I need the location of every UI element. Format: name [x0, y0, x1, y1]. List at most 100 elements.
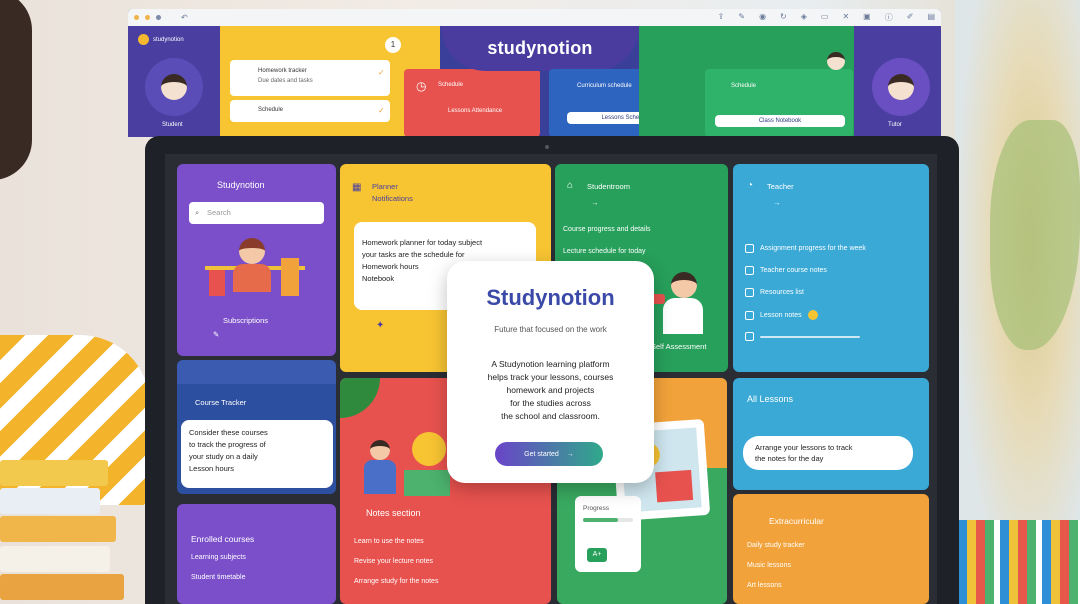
- window-maximize-dot[interactable]: [156, 15, 161, 20]
- edit-icon[interactable]: ✎: [738, 12, 745, 23]
- list-item[interactable]: Teacher course notes: [745, 266, 827, 275]
- row-label: Daily study tracker: [747, 542, 805, 549]
- list-item[interactable]: Arrange study for the notes: [354, 578, 438, 585]
- search-placeholder: Search: [207, 208, 231, 217]
- list-item[interactable]: Revise your lecture notes: [354, 558, 433, 565]
- tabs-icon[interactable]: ▣: [863, 12, 871, 23]
- logo-mark-icon: [138, 34, 149, 45]
- modal-description-line: A Studynotion learning platform: [491, 359, 610, 369]
- refresh-icon[interactable]: ↻: [780, 12, 787, 23]
- row-label: Resources list: [760, 289, 804, 296]
- tile-title: Notes section: [366, 508, 421, 518]
- tile-caption: Self Assessment: [651, 342, 707, 351]
- checkbox-icon[interactable]: [745, 288, 754, 297]
- lessons-card[interactable]: Arrange your lessons to track the notes …: [743, 436, 913, 470]
- tile-title: Teacher: [767, 182, 794, 191]
- row-label: Arrange study for the notes: [354, 578, 439, 585]
- list-item[interactable]: Student timetable: [191, 574, 245, 581]
- tile-title: Studentroom: [587, 182, 630, 191]
- student-avatar-label: Student: [162, 122, 183, 128]
- arrow-icon: →: [773, 198, 781, 207]
- list-item[interactable]: Music lessons: [747, 562, 791, 569]
- top-window-logo[interactable]: studynotion: [138, 34, 184, 45]
- check-icon: ✓: [378, 106, 385, 115]
- tile-course-tracker-navy[interactable]: Course Tracker Consider these courses to…: [177, 360, 336, 494]
- tile-extracurricular-orange[interactable]: Extracurricular Daily study tracker Musi…: [733, 494, 929, 604]
- row-label: Lecture schedule for today: [563, 248, 646, 255]
- yellow-card-line2: Due dates and tasks: [258, 78, 313, 84]
- info-icon[interactable]: ⓘ: [885, 12, 893, 23]
- student-avatar[interactable]: [145, 58, 203, 116]
- emoji-icon: [807, 310, 818, 320]
- tutor-avatar[interactable]: [872, 58, 930, 116]
- tile-enrolled-purple[interactable]: Enrolled courses Learning subjects Stude…: [177, 504, 336, 604]
- top-window-badge[interactable]: 1: [385, 37, 401, 53]
- progress-bar: [583, 518, 633, 522]
- yellow-card-line3: Schedule: [258, 107, 284, 113]
- row-label: Revise your lecture notes: [354, 558, 433, 565]
- list-item[interactable]: Learn to use the notes: [354, 538, 424, 545]
- tracker-body-4: Lesson hours: [189, 464, 235, 473]
- modal-description-line: for the studies across: [510, 398, 591, 408]
- top-window-yellow-card[interactable]: Homework tracker Due dates and tasks ✓: [230, 60, 390, 96]
- list-item[interactable]: Lecture schedule for today: [563, 248, 646, 255]
- tile-teacher-blue[interactable]: ◔ Teacher → Assignment progress for the …: [733, 164, 929, 372]
- list-item[interactable]: Lesson notes: [745, 310, 818, 320]
- checkbox-icon[interactable]: [745, 244, 754, 253]
- list-item[interactable]: Resources list: [745, 288, 804, 297]
- student-illustration: [205, 238, 305, 298]
- tile-lessons-blue[interactable]: All Lessons Arrange your lessons to trac…: [733, 378, 929, 490]
- brand-name[interactable]: studynotion: [487, 38, 592, 59]
- menu-icon[interactable]: ▤: [927, 12, 935, 23]
- checkbox-icon[interactable]: [745, 310, 754, 320]
- list-item[interactable]: Daily study tracker: [747, 542, 805, 549]
- list-item[interactable]: Course progress and details: [563, 226, 651, 233]
- teacher-avatar-small[interactable]: [827, 52, 845, 70]
- bookmark-icon[interactable]: ▭: [821, 12, 829, 23]
- search-input[interactable]: ⌕ Search: [189, 202, 324, 224]
- shield-icon[interactable]: ◈: [801, 12, 807, 23]
- planner-body-4: Notebook: [362, 274, 395, 283]
- tools-icon[interactable]: ✕: [842, 12, 849, 23]
- pen-icon[interactable]: ✐: [907, 12, 914, 23]
- pencil-icon: ✎: [213, 330, 220, 339]
- window-close-dot[interactable]: [134, 15, 139, 20]
- row-label: Learning subjects: [191, 554, 246, 561]
- tile-studynotion-purple[interactable]: Studynotion ⌕ Search Subscriptions ✎: [177, 164, 336, 356]
- progress-card-title: Progress: [583, 505, 610, 512]
- tracker-body-3: your study on a daily: [189, 452, 258, 461]
- row-label: Lesson notes: [760, 311, 802, 319]
- green-card-title: Schedule: [731, 83, 757, 89]
- list-item[interactable]: Learning subjects: [191, 554, 246, 561]
- checkbox-icon[interactable]: [745, 266, 754, 275]
- planner-body-1: Homework planner for today subject: [362, 238, 483, 247]
- top-window-red-card[interactable]: ◷ Schedule Lessons Attendance: [404, 69, 540, 137]
- top-browser-window: ↶ ⇪ ✎ ◉ ↻ ◈ ▭ ✕ ▣ ⓘ ✐ ▤ studynotion Stud…: [128, 9, 941, 137]
- tile-title-2: Notifications: [372, 194, 413, 203]
- students-illustration: [360, 432, 450, 502]
- list-item[interactable]: [745, 332, 860, 341]
- lessons-body-2: the notes for the day: [755, 454, 824, 463]
- background-pencils: [958, 520, 1080, 604]
- globe-icon[interactable]: ◉: [759, 12, 766, 23]
- list-item[interactable]: Art lessons: [747, 582, 782, 589]
- get-started-button[interactable]: Get started →: [495, 442, 603, 466]
- green-card-button[interactable]: Class Notebook: [715, 115, 845, 127]
- browser-toolbar: ↶ ⇪ ✎ ◉ ↻ ◈ ▭ ✕ ▣ ⓘ ✐ ▤: [128, 9, 941, 26]
- checkbox-icon[interactable]: [745, 332, 754, 341]
- background-book: [0, 460, 108, 486]
- top-window-yellow-card2[interactable]: Schedule ✓: [230, 100, 390, 122]
- row-label: Music lessons: [747, 562, 791, 569]
- tile-title: Extracurricular: [769, 516, 824, 526]
- back-icon[interactable]: ↶: [181, 13, 188, 22]
- grade-badge: A+: [587, 548, 607, 562]
- list-item[interactable]: Assignment progress for the week: [745, 244, 866, 253]
- window-minimize-dot[interactable]: [145, 15, 150, 20]
- course-tracker-card[interactable]: Consider these courses to track the prog…: [181, 420, 333, 488]
- top-window-green-card[interactable]: Schedule Class Notebook: [705, 69, 853, 137]
- share-icon[interactable]: ⇪: [718, 12, 725, 23]
- progress-card[interactable]: Progress A+: [575, 496, 641, 572]
- placeholder-line: [760, 335, 860, 338]
- tile-title-1: Planner: [372, 182, 398, 191]
- webcam: [545, 145, 549, 149]
